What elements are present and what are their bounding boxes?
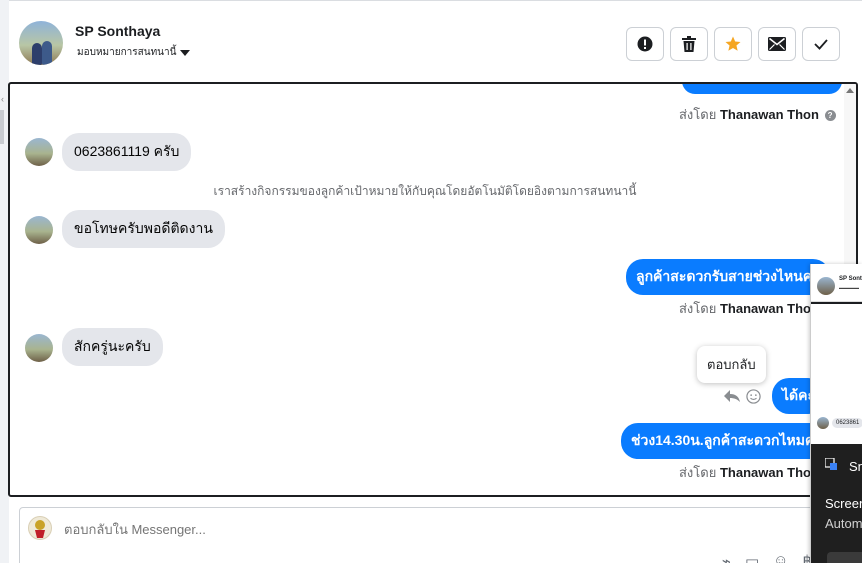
report-button[interactable] [626,27,664,61]
preview-window: SP Sont ▬▬▬▬▬ 0623861 Sn Screen Autom [810,264,862,563]
notification-app-name: Sn [849,459,862,474]
incoming-message[interactable]: สักครู่นะครับ [62,328,163,366]
mark-unread-button[interactable] [758,27,796,61]
contact-message-avatar[interactable] [25,138,53,166]
assign-label: มอบหมายการสนทนานี้ [77,47,177,58]
sent-by-prefix: ส่งโดย [679,301,717,316]
messenger-inbox-window: ‹ SP Sonthaya มอบหมายการสนทนานี้ ส่งโดย … [0,0,862,563]
help-icon[interactable]: ? [824,110,836,121]
conversation-header: SP Sonthaya มอบหมายการสนทนานี้ [9,0,862,82]
mark-done-button[interactable] [802,27,840,61]
delete-button[interactable] [670,27,708,61]
sent-by-label: ส่งโดย Thanawan Thon ? [679,104,836,125]
conversation-actions [626,27,840,61]
reply-input[interactable] [64,522,664,537]
snipping-tool-icon [825,458,837,470]
contact-message-avatar[interactable] [25,334,53,362]
sender-name: Thanawan Thon [719,107,819,122]
preview-message: 0623861 [817,417,862,429]
sender-name: Thanawan Thon [719,465,819,480]
composer-toolbar: ⌁ ▭ ☺ ฿ [722,552,812,563]
avatar-figure [32,43,42,65]
preview-message-avatar [817,417,829,429]
avatar-figure [42,41,52,65]
emoji-icon[interactable]: ☺ [773,552,788,563]
outgoing-bubble-cutoff[interactable] [682,84,842,94]
reply-icon[interactable] [723,389,741,403]
preview-divider [811,302,862,304]
left-scrollbar-thumb[interactable] [0,110,4,144]
reply-tooltip: ตอบกลับ [697,346,766,383]
preview-avatar [817,277,835,295]
report-icon [637,36,653,52]
contact-name[interactable]: SP Sonthaya [75,23,160,39]
incoming-message[interactable]: ขอโทษครับพอดีติดงาน [62,210,225,248]
notification-button[interactable] [827,552,862,563]
mail-icon [768,37,786,51]
system-notice: เราสร้างกิจกรรมของลูกค้าเป้าหมายให้กับคุ… [213,184,637,198]
notification-title: Screen [825,496,862,511]
saved-replies-icon[interactable]: ▭ [745,552,759,563]
sent-by-prefix: ส่งโดย [679,465,717,480]
preview-sub: ▬▬▬▬▬ [839,285,859,290]
preview-header: SP Sont ▬▬▬▬▬ [811,264,862,302]
page-avatar [28,516,52,540]
assign-conversation-dropdown[interactable]: มอบหมายการสนทนานี้ [77,45,191,60]
emoji-react-icon[interactable] [746,389,761,404]
scroll-up-icon[interactable] [846,88,854,93]
preview-message-text: 0623861 [832,418,862,428]
sent-by-label: ส่งโดย Thanawan Thon [679,298,819,319]
sent-by-label: ส่งโดย Thanawan Thon [679,462,819,483]
reply-composer: ⌁ ▭ ☺ ฿ [19,507,819,563]
collapse-caret-icon[interactable]: ‹ [1,94,4,104]
outgoing-message[interactable]: ลูกค้าสะดวกรับสายช่วงไหนคะ [626,259,830,295]
preview-name: SP Sont [839,276,862,282]
attachment-icon[interactable]: ⌁ [722,552,731,563]
star-icon [725,36,741,51]
incoming-message[interactable]: 0623861119 ครับ [62,133,192,171]
outgoing-message[interactable]: ช่วง14.30น.ลูกค้าสะดวกไหมคะ [621,423,832,459]
check-icon [814,39,828,50]
star-button[interactable] [714,27,752,61]
sent-by-prefix: ส่งโดย [679,107,717,122]
trash-icon [682,36,696,52]
contact-message-avatar[interactable] [25,216,53,244]
sender-name: Thanawan Thon [719,301,819,316]
chevron-down-icon [180,49,191,56]
snip-notification[interactable]: Sn Screen Autom [811,444,862,563]
message-thread: ส่งโดย Thanawan Thon ? 0623861119 ครับ เ… [8,82,858,497]
page-logo-icon [35,520,45,538]
notification-body: Autom [825,516,862,531]
contact-avatar[interactable] [19,21,63,65]
